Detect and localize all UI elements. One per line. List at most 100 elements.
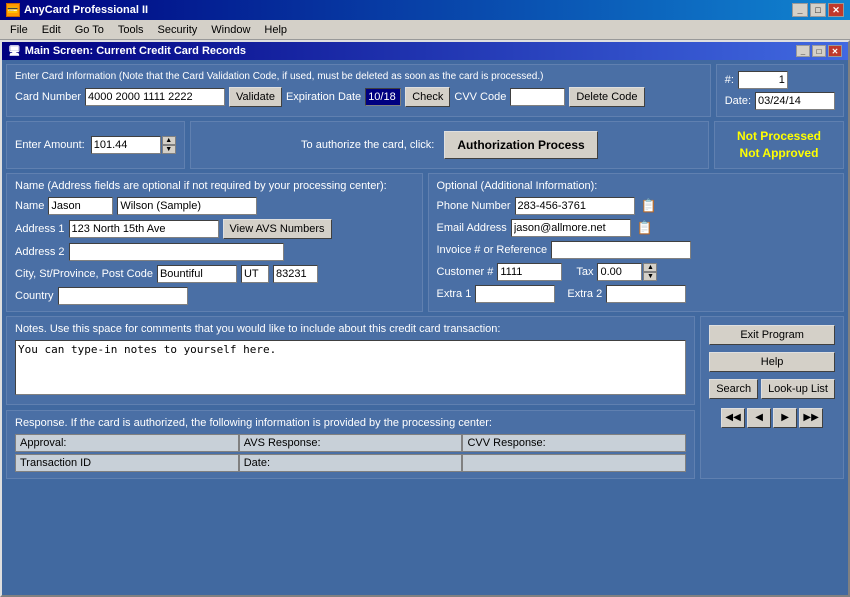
maximize-button[interactable]: □ bbox=[810, 3, 826, 17]
inner-maximize[interactable]: □ bbox=[812, 45, 826, 57]
address2-label: Address 2 bbox=[15, 246, 65, 258]
transaction-label-field: Transaction ID bbox=[15, 454, 239, 472]
minimize-button[interactable]: _ bbox=[792, 3, 808, 17]
app-icon: 💳 bbox=[6, 3, 20, 17]
name-label: Name bbox=[15, 200, 44, 212]
address1-input[interactable] bbox=[69, 220, 219, 238]
customer-label: Customer # bbox=[437, 266, 494, 278]
amount-input[interactable] bbox=[91, 136, 161, 154]
nav-first-button[interactable]: ◀◀ bbox=[721, 408, 745, 428]
invoice-label: Invoice # or Reference bbox=[437, 244, 548, 256]
notes-title: Notes. Use this space for comments that … bbox=[15, 323, 686, 335]
check-button[interactable]: Check bbox=[405, 87, 450, 107]
optional-section-title: Optional (Additional Information): bbox=[437, 180, 836, 192]
exit-button[interactable]: Exit Program bbox=[709, 325, 835, 345]
nav-last-button[interactable]: ▶▶ bbox=[799, 408, 823, 428]
menu-security[interactable]: Security bbox=[152, 23, 204, 37]
customer-input[interactable] bbox=[497, 263, 562, 281]
inner-close[interactable]: ✕ bbox=[828, 45, 842, 57]
name-section-title: Name (Address fields are optional if not… bbox=[15, 180, 414, 192]
optional-section: Optional (Additional Information): Phone… bbox=[428, 173, 845, 312]
record-info-section: #: Date: bbox=[716, 64, 844, 117]
tax-up-button[interactable]: ▲ bbox=[643, 263, 657, 272]
amount-up-button[interactable]: ▲ bbox=[162, 136, 176, 145]
window-title: Main Screen: Current Credit Card Records bbox=[25, 45, 246, 57]
country-input[interactable] bbox=[58, 287, 188, 305]
menu-tools[interactable]: Tools bbox=[112, 23, 150, 37]
first-name-input[interactable] bbox=[48, 197, 113, 215]
amount-section: Enter Amount: ▲ ▼ bbox=[6, 121, 185, 169]
tax-input[interactable] bbox=[597, 263, 642, 281]
status-text: Not Processed Not Approved bbox=[737, 128, 821, 162]
delete-code-button[interactable]: Delete Code bbox=[569, 87, 644, 107]
nav-buttons: ◀◀ ◀ ▶ ▶▶ bbox=[721, 408, 823, 428]
country-label: Country bbox=[15, 290, 54, 302]
last-name-input[interactable] bbox=[117, 197, 257, 215]
lookup-list-button[interactable]: Look-up List bbox=[761, 379, 835, 399]
app-title-bar: 💳 AnyCard Professional II _ □ ✕ bbox=[0, 0, 850, 20]
email-input[interactable] bbox=[511, 219, 631, 237]
nav-next-button[interactable]: ▶ bbox=[773, 408, 797, 428]
auth-label: To authorize the card, click: bbox=[301, 139, 434, 151]
extra2-label: Extra 2 bbox=[567, 288, 602, 300]
notes-section: Notes. Use this space for comments that … bbox=[6, 316, 695, 405]
menu-window[interactable]: Window bbox=[205, 23, 256, 37]
response-section: Response. If the card is authorized, the… bbox=[6, 410, 695, 479]
extra1-label: Extra 1 bbox=[437, 288, 472, 300]
city-input[interactable] bbox=[157, 265, 237, 283]
close-button[interactable]: ✕ bbox=[828, 3, 844, 17]
phone-input[interactable] bbox=[515, 197, 635, 215]
cvv-label: CVV Code bbox=[454, 91, 506, 103]
response-date-label: Date: bbox=[239, 454, 463, 472]
card-number-input[interactable] bbox=[85, 88, 225, 106]
view-avs-button[interactable]: View AVS Numbers bbox=[223, 219, 332, 239]
record-date-label: Date: bbox=[725, 95, 751, 107]
exp-date-label: Expiration Date bbox=[286, 91, 361, 103]
record-number-input[interactable] bbox=[738, 71, 788, 89]
inner-minimize[interactable]: _ bbox=[796, 45, 810, 57]
exp-date-input[interactable] bbox=[365, 88, 401, 106]
cvv-input[interactable] bbox=[510, 88, 565, 106]
approval-label-field: Approval: bbox=[15, 434, 239, 452]
menu-help[interactable]: Help bbox=[258, 23, 293, 37]
auth-section: To authorize the card, click: Authorizat… bbox=[190, 121, 709, 169]
email-copy-icon[interactable]: 📋 bbox=[637, 220, 653, 236]
amount-down-button[interactable]: ▼ bbox=[162, 145, 176, 154]
action-buttons-panel: Exit Program Help Search Look-up List ◀◀… bbox=[700, 316, 844, 479]
city-label: City, St/Province, Post Code bbox=[15, 268, 153, 280]
card-info-section: Enter Card Information (Note that the Ca… bbox=[6, 64, 711, 117]
response-title: Response. If the card is authorized, the… bbox=[15, 417, 686, 429]
validate-button[interactable]: Validate bbox=[229, 87, 282, 107]
notes-textarea[interactable]: You can type-in notes to yourself here. bbox=[15, 340, 686, 395]
address2-input[interactable] bbox=[69, 243, 284, 261]
card-info-title: Enter Card Information (Note that the Ca… bbox=[15, 71, 702, 82]
amount-label: Enter Amount: bbox=[15, 139, 85, 151]
menu-edit[interactable]: Edit bbox=[36, 23, 67, 37]
email-label: Email Address bbox=[437, 222, 507, 234]
address1-label: Address 1 bbox=[15, 223, 65, 235]
invoice-input[interactable] bbox=[551, 241, 691, 259]
avs-label-field: AVS Response: bbox=[239, 434, 463, 452]
tax-down-button[interactable]: ▼ bbox=[643, 272, 657, 281]
extra1-input[interactable] bbox=[475, 285, 555, 303]
search-button[interactable]: Search bbox=[709, 379, 758, 399]
zip-input[interactable] bbox=[273, 265, 318, 283]
menu-goto[interactable]: Go To bbox=[69, 23, 110, 37]
phone-label: Phone Number bbox=[437, 200, 511, 212]
extra2-input[interactable] bbox=[606, 285, 686, 303]
help-button[interactable]: Help bbox=[709, 352, 835, 372]
menu-file[interactable]: File bbox=[4, 23, 34, 37]
response-date-value bbox=[462, 454, 686, 472]
nav-prev-button[interactable]: ◀ bbox=[747, 408, 771, 428]
tax-label: Tax bbox=[576, 266, 593, 278]
record-date-input[interactable] bbox=[755, 92, 835, 110]
hash-label: #: bbox=[725, 74, 734, 86]
card-number-label: Card Number bbox=[15, 91, 81, 103]
status-box: Not Processed Not Approved bbox=[714, 121, 844, 169]
phone-copy-icon[interactable]: 📋 bbox=[641, 198, 657, 214]
state-input[interactable] bbox=[241, 265, 269, 283]
app-title: AnyCard Professional II bbox=[24, 4, 148, 16]
menu-bar: File Edit Go To Tools Security Window He… bbox=[0, 20, 850, 40]
name-section: Name (Address fields are optional if not… bbox=[6, 173, 423, 312]
auth-process-button[interactable]: Authorization Process bbox=[444, 131, 597, 159]
